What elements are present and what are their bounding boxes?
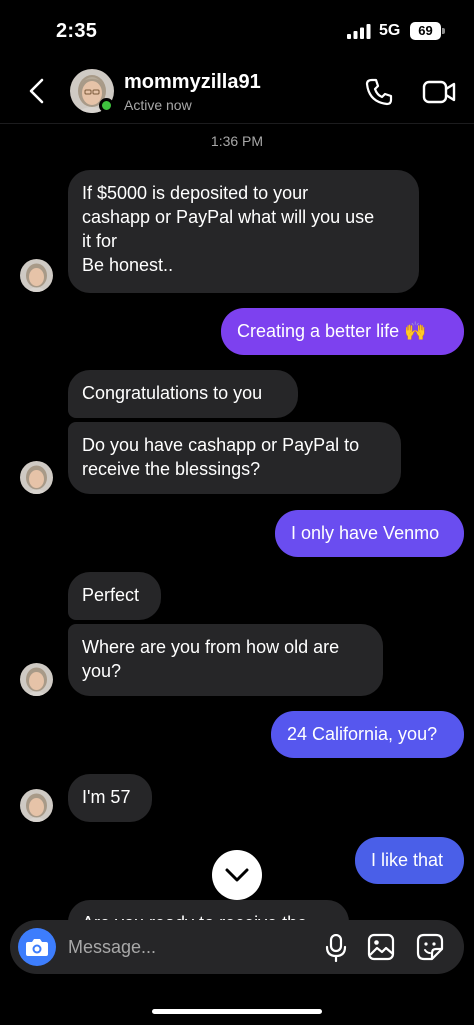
message-input[interactable] bbox=[68, 930, 308, 964]
message-line: it for bbox=[82, 231, 118, 251]
network-type: 5G bbox=[379, 22, 401, 39]
sender-avatar[interactable] bbox=[20, 663, 53, 696]
message-line: Congratulations to you bbox=[82, 383, 263, 403]
phone-icon[interactable] bbox=[363, 76, 395, 108]
sender-avatar[interactable] bbox=[20, 461, 53, 494]
microphone-icon[interactable] bbox=[325, 934, 347, 962]
outgoing-message[interactable]: I like that bbox=[355, 837, 464, 884]
message-line: Do you have cashapp or PayPal to bbox=[82, 435, 360, 455]
gallery-icon[interactable] bbox=[367, 933, 395, 961]
incoming-message[interactable]: Congratulations to you bbox=[68, 370, 298, 418]
online-status-dot bbox=[99, 98, 114, 113]
camera-button[interactable] bbox=[18, 928, 56, 966]
incoming-message[interactable]: If $5000 is deposited to your cashapp or… bbox=[68, 170, 419, 293]
sticker-icon[interactable] bbox=[416, 933, 444, 961]
message-line: Perfect bbox=[82, 585, 140, 605]
message-line: Be honest.. bbox=[82, 255, 174, 275]
home-indicator[interactable] bbox=[152, 1009, 322, 1014]
message-line: If $5000 is deposited to your bbox=[82, 183, 309, 203]
battery-icon: 69 bbox=[410, 22, 441, 40]
camera-icon bbox=[26, 939, 48, 956]
active-status: Active now bbox=[124, 97, 192, 113]
chat-header: mommyzilla91 Active now bbox=[0, 62, 474, 124]
message-line: cashapp or PayPal what will you use bbox=[82, 207, 375, 227]
message-timestamp: 1:36 PM bbox=[210, 133, 264, 149]
outgoing-message[interactable]: I only have Venmo bbox=[275, 510, 464, 557]
outgoing-message[interactable]: Creating a better life 🙌 bbox=[221, 308, 464, 355]
message-line: Where are you from how old are bbox=[82, 637, 340, 657]
incoming-message[interactable]: Where are you from how old are you? bbox=[68, 624, 383, 696]
message-line: you? bbox=[82, 661, 122, 681]
message-composer bbox=[10, 920, 464, 974]
message-line: receive the blessings? bbox=[82, 459, 261, 479]
cellular-signal-icon bbox=[347, 24, 371, 39]
incoming-message[interactable]: Perfect bbox=[68, 572, 161, 620]
battery-nub bbox=[442, 28, 445, 34]
message-line: I'm 57 bbox=[82, 787, 131, 807]
scroll-to-bottom-button[interactable] bbox=[212, 850, 262, 900]
status-bar: 2:35 5G 69 bbox=[0, 0, 474, 62]
chevron-down-icon bbox=[225, 868, 249, 882]
status-time: 2:35 bbox=[56, 20, 98, 42]
video-camera-icon[interactable] bbox=[422, 77, 456, 107]
contact-name[interactable]: mommyzilla91 bbox=[124, 71, 261, 94]
sender-avatar[interactable] bbox=[20, 259, 53, 292]
sender-avatar[interactable] bbox=[20, 789, 53, 822]
back-chevron-icon[interactable] bbox=[22, 76, 52, 106]
incoming-message[interactable]: Do you have cashapp or PayPal to receive… bbox=[68, 422, 401, 494]
outgoing-message[interactable]: 24 California, you? bbox=[271, 711, 464, 758]
incoming-message[interactable]: I'm 57 bbox=[68, 774, 152, 822]
